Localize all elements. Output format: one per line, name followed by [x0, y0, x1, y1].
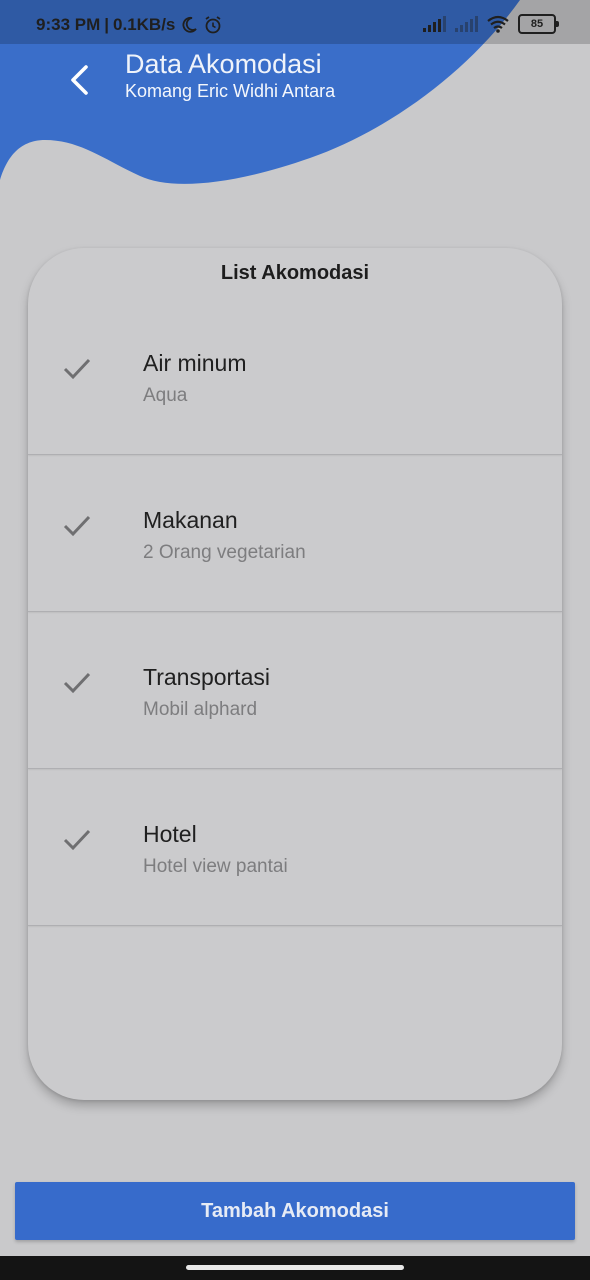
signal-icon	[423, 16, 446, 32]
card-title: List Akomodasi	[220, 262, 370, 284]
add-accommodation-button[interactable]: Tambah Akomodasi	[15, 1182, 575, 1240]
title-block: Data Akomodasi Komang Eric Widhi Antara	[125, 48, 335, 102]
item-title: Air minum	[143, 350, 247, 376]
page-subtitle: Komang Eric Widhi Antara	[125, 81, 336, 101]
status-right: 85	[422, 14, 559, 34]
app-bar: Data Akomodasi Komang Eric Widhi Antara	[0, 44, 590, 114]
list-item[interactable]: Air minum Aqua	[28, 298, 562, 455]
check-icon	[63, 515, 91, 537]
list-item[interactable]: Hotel Hotel view pantai	[28, 769, 562, 926]
item-subtitle: Hotel view pantai	[143, 856, 288, 877]
status-time: 9:33 PM	[36, 15, 101, 34]
item-title: Transportasi	[143, 664, 270, 690]
page-title: Data Akomodasi	[125, 49, 322, 79]
back-button[interactable]	[58, 58, 102, 102]
accommodation-card: List Akomodasi Air minum Aqua Makanan 2 …	[28, 248, 562, 1100]
item-subtitle: Aqua	[143, 385, 188, 406]
wifi-icon	[487, 15, 509, 33]
battery-level: 85	[530, 18, 544, 30]
check-icon	[63, 358, 91, 380]
check-icon	[63, 829, 91, 851]
list-item[interactable]: Makanan 2 Orang vegetarian	[28, 455, 562, 612]
status-separator: |	[104, 15, 110, 34]
signal-icon	[455, 16, 478, 32]
chevron-left-icon	[71, 65, 88, 95]
item-title: Hotel	[143, 821, 197, 847]
battery-icon: 85	[518, 14, 559, 34]
alarm-icon	[205, 16, 221, 34]
item-title: Makanan	[143, 507, 238, 533]
item-subtitle: Mobil alphard	[143, 699, 258, 720]
status-left: 9:33 PM | 0.1KB/s	[36, 15, 223, 35]
item-subtitle: 2 Orang vegetarian	[143, 542, 306, 563]
status-network-speed: 0.1KB/s	[113, 15, 176, 34]
navigation-bar	[0, 1256, 590, 1280]
status-bar: 9:33 PM | 0.1KB/s 85	[0, 0, 590, 44]
moon-icon	[182, 16, 198, 33]
check-icon	[63, 672, 91, 694]
home-indicator[interactable]	[186, 1265, 404, 1270]
accommodation-list: Air minum Aqua Makanan 2 Orang vegetaria…	[28, 298, 562, 926]
list-item[interactable]: Transportasi Mobil alphard	[28, 612, 562, 769]
